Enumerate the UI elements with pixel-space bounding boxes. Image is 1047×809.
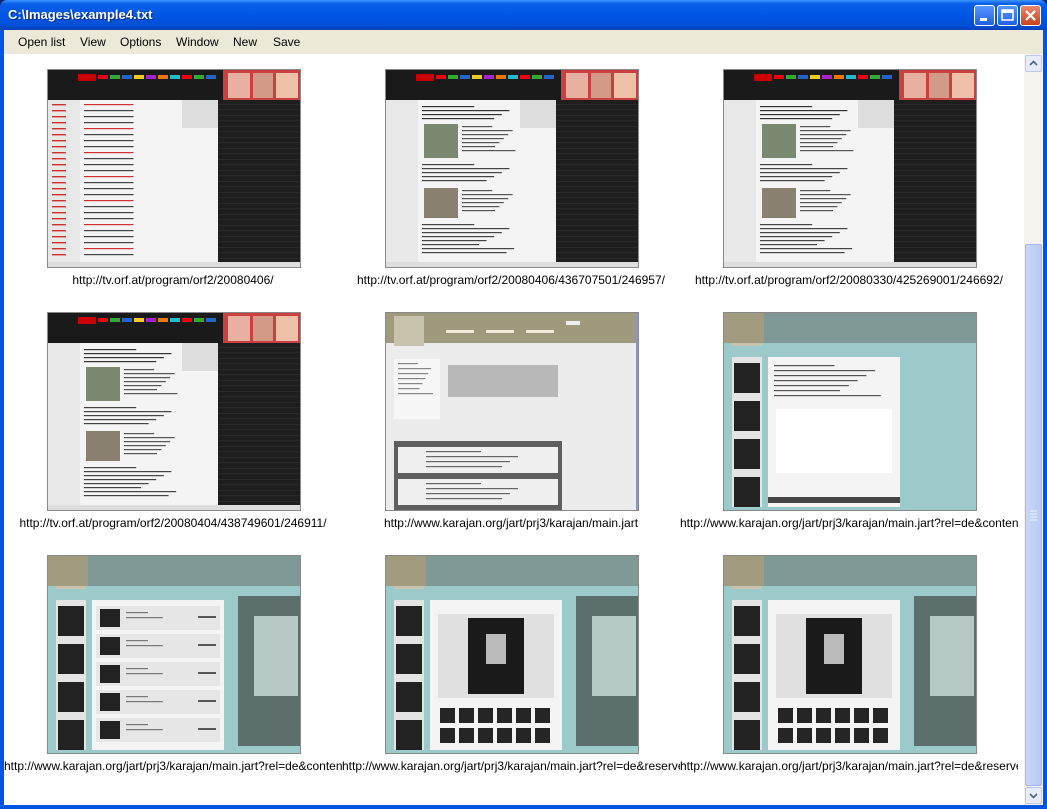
arrow-down-icon <box>1029 793 1038 799</box>
thumbnail-image[interactable] <box>47 312 301 511</box>
minimize-icon <box>980 18 987 21</box>
thumbnail-caption: http://tv.orf.at/program/orf2/20080406/4… <box>356 273 665 287</box>
page-preview <box>386 70 638 267</box>
thumbnail-caption: http://www.karajan.org/jart/prj3/karajan… <box>680 516 1018 530</box>
thumbnail-image[interactable] <box>385 312 639 511</box>
thumbnail-cell[interactable]: http://www.karajan.org/jart/prj3/karajan… <box>342 297 680 540</box>
window-title: C:\Images\example4.txt <box>8 7 153 22</box>
page-preview <box>724 556 976 753</box>
client-area: Open list View Options Window New Save h… <box>4 30 1043 805</box>
page-preview <box>48 556 300 753</box>
thumbnail-cell[interactable]: http://www.karajan.org/jart/prj3/karajan… <box>680 540 1018 783</box>
close-button[interactable] <box>1020 5 1041 26</box>
thumbnail-image[interactable] <box>385 555 639 754</box>
scroll-down-button[interactable] <box>1025 787 1042 804</box>
thumbnail-image[interactable] <box>723 555 977 754</box>
menu-save[interactable]: Save <box>273 35 300 49</box>
thumbnail-cell[interactable]: http://www.karajan.org/jart/prj3/karajan… <box>680 297 1018 540</box>
thumbnail-caption: http://tv.orf.at/program/orf2/20080330/4… <box>694 273 1003 287</box>
thumbnail-caption: http://www.karajan.org/jart/prj3/karajan… <box>680 759 1018 773</box>
minimize-button[interactable] <box>974 5 995 26</box>
menu-view[interactable]: View <box>80 35 106 49</box>
app-window: C:\Images\example4.txt Open list View Op… <box>0 0 1047 809</box>
thumbnail-image[interactable] <box>723 69 977 268</box>
thumbnail-caption: http://www.karajan.org/jart/prj3/karajan… <box>4 759 342 773</box>
arrow-up-icon <box>1029 60 1038 66</box>
maximize-icon <box>1001 9 1014 21</box>
thumbnail-image[interactable] <box>385 69 639 268</box>
menu-bar: Open list View Options Window New Save <box>4 30 1043 54</box>
page-preview <box>386 556 638 753</box>
scroll-up-button[interactable] <box>1025 55 1042 72</box>
close-icon <box>1025 10 1036 21</box>
title-bar[interactable]: C:\Images\example4.txt <box>0 0 1047 30</box>
thumbnail-caption: http://www.karajan.org/jart/prj3/karajan… <box>342 759 680 773</box>
menu-options[interactable]: Options <box>120 35 161 49</box>
page-preview <box>724 313 976 510</box>
page-preview <box>48 313 300 510</box>
vertical-scrollbar[interactable] <box>1024 54 1043 805</box>
grip-icon <box>1030 510 1037 521</box>
thumbnail-image[interactable] <box>47 69 301 268</box>
page-preview <box>48 70 300 267</box>
thumbnail-caption: http://www.karajan.org/jart/prj3/karajan… <box>383 516 639 530</box>
thumbnail-cell[interactable]: http://tv.orf.at/program/orf2/20080330/4… <box>680 54 1018 297</box>
thumbnail-grid: http://tv.orf.at/program/orf2/20080406/ … <box>4 54 1024 805</box>
menu-window[interactable]: Window <box>176 35 219 49</box>
menu-new[interactable]: New <box>233 35 257 49</box>
menu-open-list[interactable]: Open list <box>18 35 65 49</box>
thumbnail-caption: http://tv.orf.at/program/orf2/20080404/4… <box>19 516 327 530</box>
scroll-thumb[interactable] <box>1025 244 1042 786</box>
thumbnail-image[interactable] <box>723 312 977 511</box>
thumbnail-cell[interactable]: http://www.karajan.org/jart/prj3/karajan… <box>342 540 680 783</box>
thumbnail-cell[interactable]: http://tv.orf.at/program/orf2/20080406/4… <box>342 54 680 297</box>
thumbnail-image[interactable] <box>47 555 301 754</box>
thumbnail-cell[interactable]: http://www.karajan.org/jart/prj3/karajan… <box>4 540 342 783</box>
maximize-button[interactable] <box>997 5 1018 26</box>
thumbnail-cell[interactable]: http://tv.orf.at/program/orf2/20080406/ <box>4 54 342 297</box>
page-preview <box>724 70 976 267</box>
thumbnail-cell[interactable]: http://tv.orf.at/program/orf2/20080404/4… <box>4 297 342 540</box>
thumbnail-caption: http://tv.orf.at/program/orf2/20080406/ <box>72 273 274 287</box>
page-preview <box>386 313 638 510</box>
